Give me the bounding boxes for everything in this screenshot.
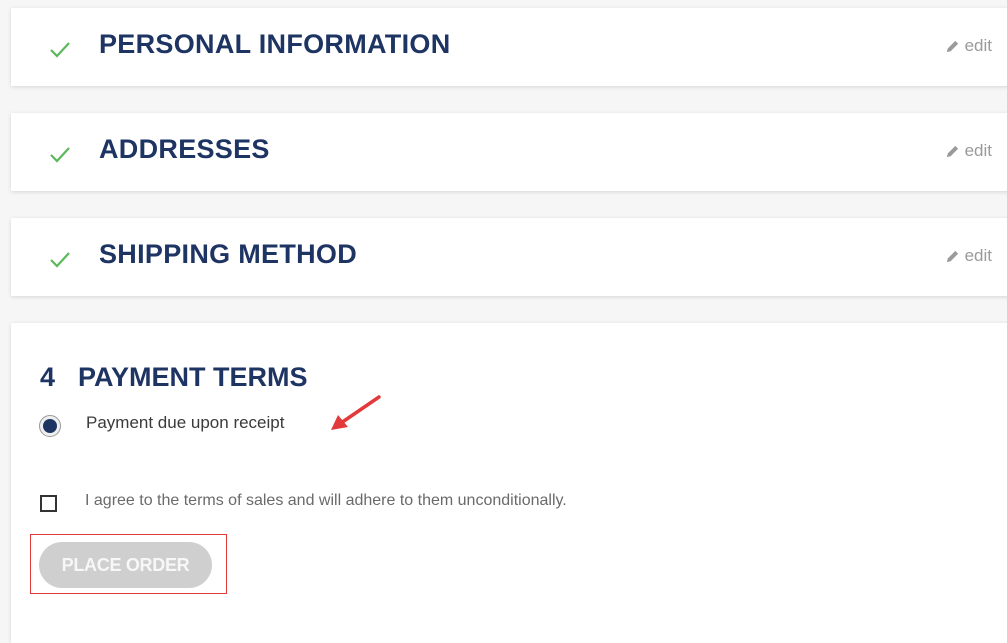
step-number: 4 [40,362,56,392]
pencil-icon [946,40,958,52]
edit-personal-information-link[interactable]: edit [945,36,992,56]
radio-selected-dot [43,419,57,433]
check-icon [50,42,70,58]
pencil-icon [946,145,958,157]
step-payment-terms: 4 PAYMENT TERMS Payment due upon receipt… [11,323,1007,643]
place-order-button[interactable]: PLACE ORDER [39,542,212,588]
step-title: ADDRESSES [99,134,270,164]
step-shipping-method: SHIPPING METHOD edit [11,218,1007,296]
step-title: SHIPPING METHOD [99,239,358,269]
payment-option-label[interactable]: Payment due upon receipt [86,413,284,433]
pencil-icon [946,250,958,262]
check-icon [50,252,70,268]
edit-shipping-method-link[interactable]: edit [945,246,992,266]
step-title: PERSONAL INFORMATION [99,29,451,59]
edit-label: edit [964,246,992,265]
check-icon [50,147,70,163]
step-title: PAYMENT TERMS [78,362,308,392]
payment-option-radio[interactable] [39,415,61,437]
step-personal-information: PERSONAL INFORMATION edit [11,8,1007,86]
edit-addresses-link[interactable]: edit [945,141,992,161]
terms-label[interactable]: I agree to the terms of sales and will a… [85,492,567,510]
arrow-icon [331,395,381,430]
edit-label: edit [964,36,992,55]
edit-label: edit [964,141,992,160]
step-addresses: ADDRESSES edit [11,113,1007,191]
terms-checkbox[interactable] [40,495,57,512]
